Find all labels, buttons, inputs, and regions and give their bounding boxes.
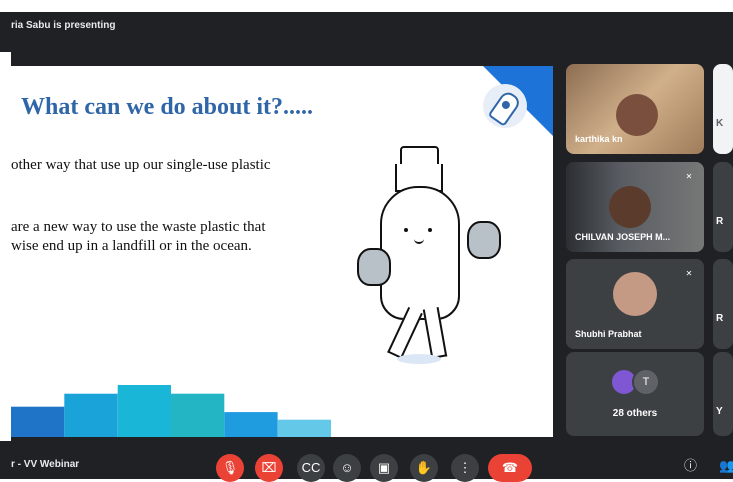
participant-name: CHILVAN JOSEPH M... [575,232,671,242]
participant-tile-karthika[interactable]: karthika kn [566,64,704,154]
participant-initial: R [716,313,724,324]
participant-face [616,94,658,136]
others-tile[interactable]: T 28 others [566,352,704,436]
slide-line-2: are a new way to use the waste plastic t… [11,219,266,235]
slide-bar [171,393,225,437]
right-participant-tile[interactable]: K [713,64,733,154]
right-participant-tile[interactable]: R [713,259,733,349]
slide-bar [11,406,65,437]
others-count: 28 others [612,408,658,419]
presenting-label: ria Sabu is presenting [11,20,116,31]
bottle-illustration [357,146,517,376]
participant-initial: K [716,118,724,129]
others-avatar-group: T [610,368,662,396]
participant-tile-shubhi[interactable]: ✕ Shubhi Prabhat [566,259,704,349]
avatar-initial: T [632,368,660,396]
participant-name: karthika kn [575,134,623,144]
right-participant-tile[interactable]: R [713,162,733,252]
right-participant-tile[interactable]: Y [713,352,733,436]
present-button[interactable]: ▣ [370,454,398,482]
right-eye [428,228,432,232]
bottle-face [404,228,434,246]
slide-bar [117,385,171,437]
slide-title: What can we do about it?..... [21,94,314,120]
meeting-controls-bar [0,441,733,479]
mic-off-button[interactable]: 🎙 [216,454,244,482]
captions-button[interactable]: CC [297,454,325,482]
slide-bar-chart [11,385,331,437]
slide-line-1: other way that use up our single-use pla… [11,157,271,173]
slide-bar [64,393,118,437]
slide-bar [277,419,331,437]
meeting-title: r - VV Webinar [11,459,80,470]
slide-bar [224,412,278,437]
info-icon[interactable]: ⓘ [684,458,697,474]
reactions-button[interactable]: ☺ [333,454,361,482]
raise-hand-button[interactable]: ✋ [410,454,438,482]
participant-face [613,272,657,316]
bottle-body [380,186,460,320]
smile [414,236,424,244]
people-icon[interactable]: 👥 [719,458,733,474]
left-trash-bag [357,248,391,286]
meet-window: ria Sabu is presenting What can we do ab… [0,0,733,482]
camera-off-button[interactable]: ⌧ [255,454,283,482]
more-options-button[interactable]: ⋮ [451,454,479,482]
right-trash-bag [467,221,501,259]
mic-muted-icon: ✕ [685,269,693,278]
participant-initial: R [716,216,724,227]
participant-face [609,186,651,228]
participant-name: Shubhi Prabhat [575,329,642,339]
participant-tile-chilvan[interactable]: ✕ CHILVAN JOSEPH M... [566,162,704,252]
slide-line-3: wise end up in a landfill or in the ocea… [11,238,252,254]
mic-muted-icon: ✕ [685,172,693,181]
ground-shadow [397,354,441,364]
left-crop [0,52,11,479]
participant-initial: Y [716,406,723,417]
leave-call-button[interactable]: ☎ [488,454,532,482]
left-eye [404,228,408,232]
shared-slide: What can we do about it?..... other way … [11,66,553,437]
